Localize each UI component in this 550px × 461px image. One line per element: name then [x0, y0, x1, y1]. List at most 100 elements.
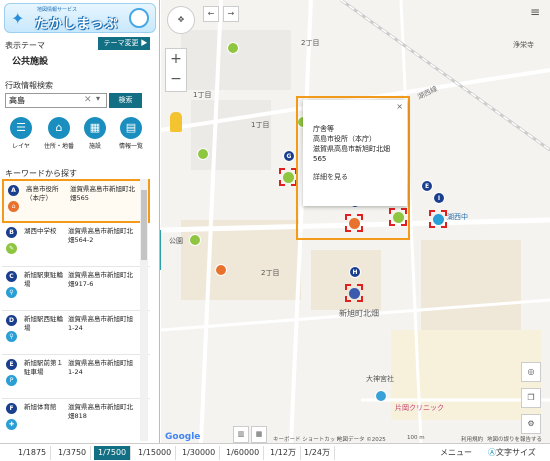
map-label-clinic: 片岡クリニック: [395, 404, 444, 412]
list-item[interactable]: E P 新旭駅前第１駐車場 滋賀県高島市新旭町旭1-24: [2, 355, 150, 399]
menu-icon[interactable]: ≡: [527, 4, 543, 22]
tool-info-list[interactable]: ▤ 情報一覧: [114, 117, 148, 150]
result-address: 滋賀県高島市新旭町旭1-24: [68, 315, 133, 332]
logo-title: たかしまっぷ: [35, 17, 119, 32]
parking-icon: P: [6, 375, 17, 386]
terms-link[interactable]: 利用規約: [461, 435, 483, 443]
poi-icon[interactable]: [375, 390, 387, 402]
marker-pin-g[interactable]: G: [283, 150, 295, 162]
poi-icon[interactable]: [189, 234, 201, 246]
pin-label: D: [6, 315, 17, 326]
left-panel: ✦ 地図情報サービス たかしまっぷ 表示テーマ テーマ変更 ▶ 公共施設 行政情…: [0, 0, 160, 443]
list-scroll-thumb[interactable]: [141, 190, 147, 260]
table-icon: ▤: [120, 117, 142, 139]
theme-change-button[interactable]: テーマ変更 ▶: [98, 37, 150, 50]
bicycle-icon: ⚲: [6, 287, 17, 298]
google-logo: Google: [165, 432, 201, 442]
scale-1-7500[interactable]: 1/7500: [94, 446, 132, 460]
tool-address[interactable]: ⌂ 住所・地番: [42, 117, 76, 150]
result-address: 滋賀県高島市新旭町北畑917-6: [68, 271, 133, 288]
tool-info-list-label: 情報一覧: [118, 143, 143, 150]
pin-label: E: [6, 359, 17, 370]
forward-arrow-icon[interactable]: →: [223, 6, 239, 22]
list-item[interactable]: B ✎ 湖西中学校 滋賀県高島市新旭町北畑564-2: [2, 223, 150, 267]
locate-icon[interactable]: ◎: [521, 362, 541, 382]
office-icon: ⌂: [8, 201, 19, 212]
tool-facility-label: 施設: [88, 143, 101, 150]
menu-link[interactable]: メニュー: [436, 446, 476, 460]
result-name: 新旭駅東駐輪場: [24, 271, 63, 288]
current-theme: 公共施設: [12, 57, 49, 67]
result-name: 高島市役所（本庁）: [26, 185, 59, 202]
popup-category: 庁舎等: [313, 125, 334, 133]
map-label-park: 公園: [169, 237, 183, 245]
keyword-title: キーワードから探す: [5, 169, 77, 178]
map-label-shrine: 大神宮社: [366, 375, 394, 383]
marker-pin-i[interactable]: I: [433, 192, 445, 204]
map-label-kohoku: 新旭町北畑: [339, 309, 379, 318]
tool-layer[interactable]: ☰ レイヤ: [4, 117, 38, 150]
popup-address: 滋賀県高島市新旭町北畑565: [313, 145, 390, 163]
search-input[interactable]: [5, 93, 107, 108]
scale-1-1875[interactable]: 1/1875: [14, 446, 52, 460]
streetview-icon[interactable]: ▥: [233, 426, 249, 443]
scale-1-24man[interactable]: 1/24万: [300, 446, 335, 460]
tool-layer-label: レイヤ: [12, 143, 30, 150]
result-name: 新旭駅前第１駐車場: [24, 359, 63, 376]
list-item[interactable]: A ⌂ 高島市役所（本庁） 滋賀県高島市新旭町北畑565: [2, 179, 150, 223]
result-list: A ⌂ 高島市役所（本庁） 滋賀県高島市新旭町北畑565 B ✎ 湖西中学校 滋…: [2, 179, 150, 441]
search-button[interactable]: 検索: [109, 93, 142, 108]
scale-1-15000[interactable]: 1/15000: [134, 446, 177, 460]
result-name: 湖西中学校: [24, 227, 57, 235]
list-item[interactable]: D ⚲ 新旭駅西駐輪場 滋賀県高島市新旭町旭1-24: [2, 311, 150, 355]
theme-label: 表示テーマ: [5, 41, 45, 50]
zoom-in-button[interactable]: +: [166, 49, 186, 69]
popup-name: 高島市役所（本庁）: [313, 135, 376, 143]
back-arrow-icon[interactable]: ←: [203, 6, 219, 22]
poi-icon[interactable]: [197, 148, 209, 160]
clear-icon[interactable]: ✕: [84, 95, 92, 105]
scale-1-30000[interactable]: 1/30000: [178, 446, 221, 460]
result-address: 滋賀県高島市新旭町北畑818: [68, 403, 133, 420]
marker-g[interactable]: [279, 168, 297, 186]
pin-label: C: [6, 271, 17, 282]
map-label-junior: 湖西中: [447, 213, 468, 221]
map-data-credit: 地図データ ©2025: [337, 437, 386, 443]
logo-subtitle: 地図情報サービス: [37, 7, 78, 13]
report-error-link[interactable]: 地図の誤りを報告する: [487, 435, 542, 443]
layers-icon[interactable]: ❐: [521, 388, 541, 408]
result-name: 新旭駅西駐輪場: [24, 315, 63, 332]
scale-1-3750[interactable]: 1/3750: [54, 446, 92, 460]
chevron-down-icon[interactable]: ▾: [96, 94, 100, 103]
scale-1-12man[interactable]: 1/12万: [266, 446, 301, 460]
map-label-chome1b: 1丁目: [251, 121, 270, 129]
marker-pin-h[interactable]: H: [349, 266, 361, 278]
satellite-icon[interactable]: ▦: [251, 426, 267, 443]
pegman-icon[interactable]: [170, 112, 182, 132]
result-name: 新旭体育館: [24, 403, 57, 411]
pan-control[interactable]: ✥: [167, 6, 195, 34]
gym-icon: ✚: [6, 419, 17, 430]
zoom-control[interactable]: + −: [165, 48, 187, 92]
marker-i[interactable]: [429, 210, 447, 228]
marker-h[interactable]: [345, 284, 363, 302]
font-size-link[interactable]: Ⓐ文字サイズ: [484, 446, 540, 460]
list-item[interactable]: C ⚲ 新旭駅東駐輪場 滋賀県高島市新旭町北畑917-6: [2, 267, 150, 311]
map-label-chome2b: 2丁目: [261, 269, 280, 277]
scale-1-60000[interactable]: 1/60000: [222, 446, 265, 460]
search-label: 行政情報検索: [5, 81, 53, 90]
zoom-out-button[interactable]: −: [166, 69, 186, 89]
poi-icon[interactable]: [227, 42, 239, 54]
building-icon: ▦: [84, 117, 106, 139]
poi-icon[interactable]: [215, 264, 227, 276]
tool-address-label: 住所・地番: [43, 143, 74, 150]
marker-pin-e[interactable]: E: [421, 180, 433, 192]
keyboard-shortcut-link[interactable]: キーボード ショートカット: [273, 435, 341, 443]
close-icon[interactable]: ×: [396, 102, 403, 112]
detail-link[interactable]: 詳細を見る: [313, 172, 399, 182]
tool-facility[interactable]: ▦ 施設: [78, 117, 112, 150]
settings-icon[interactable]: ⚙: [521, 414, 541, 434]
list-item[interactable]: F ✚ 新旭体育館 滋賀県高島市新旭町北畑818: [2, 399, 150, 441]
school-icon: ✎: [6, 243, 17, 254]
app-logo[interactable]: ✦ 地図情報サービス たかしまっぷ: [4, 3, 156, 33]
